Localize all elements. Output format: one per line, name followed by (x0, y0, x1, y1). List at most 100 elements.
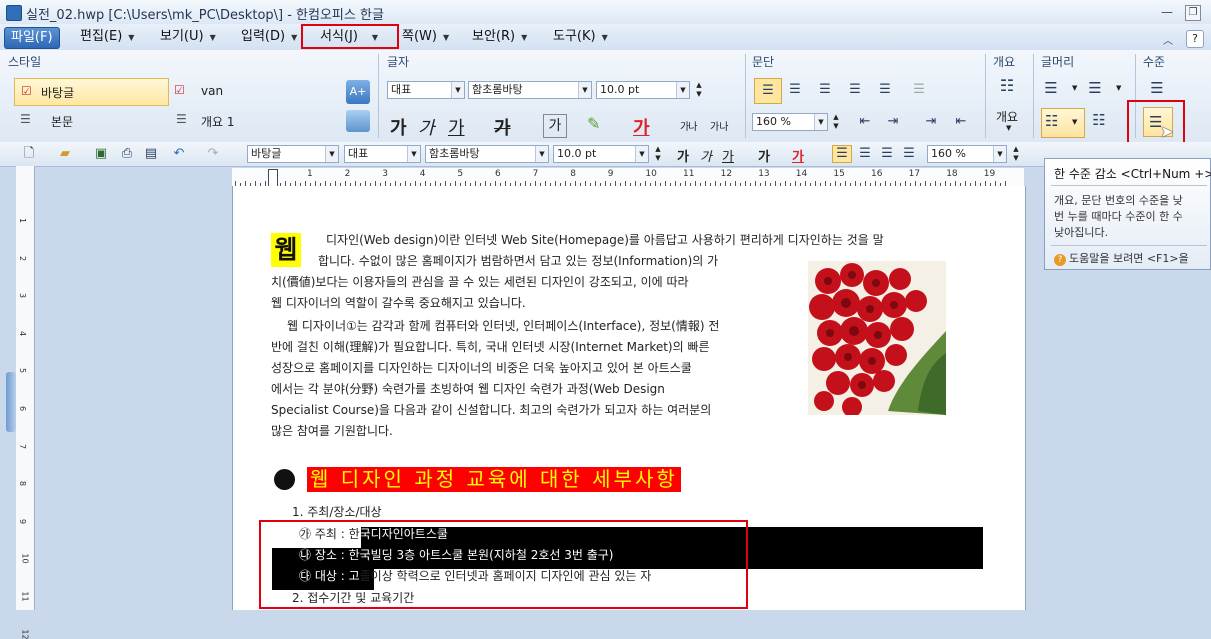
style-item-outline1[interactable]: 개요 1 (201, 113, 235, 130)
restore-button[interactable]: ❐ (1185, 5, 1201, 21)
vruler-mark-label: 3 (18, 293, 28, 299)
highlight-pen-icon[interactable]: ✎ (587, 114, 611, 136)
toolbar-size-value: 10.0 (557, 147, 582, 160)
font-combo[interactable]: 함초롬바탕 ▼ (468, 81, 592, 99)
chevron-down-icon[interactable]: ▼ (814, 114, 827, 130)
right-margin-icon[interactable]: ⇤ (952, 114, 970, 130)
style-item-van[interactable]: van (201, 84, 223, 98)
open-folder-icon[interactable]: ▰ (56, 146, 74, 162)
align-left-icon[interactable]: ☰ (786, 82, 804, 98)
new-document-icon[interactable]: 🗋 (20, 146, 38, 162)
language-combo[interactable]: 대표 ▼ (387, 81, 465, 99)
align-center-icon[interactable]: ☰ (816, 82, 834, 98)
minimize-button[interactable]: — (1160, 5, 1174, 19)
print-preview-icon[interactable]: ▤ (142, 146, 160, 162)
strikethrough-button[interactable]: 가 (494, 114, 511, 140)
horizontal-ruler[interactable]: 1 2 3 4 5 6 7 8 9 10 11 12 13 14 15 16 17 18 19 (232, 168, 1024, 187)
collapse-ribbon-icon[interactable]: ︿ (1163, 32, 1179, 47)
toolbar-line-spacing-spinner[interactable]: ▲ ▼ (1010, 145, 1022, 163)
numbered-list-alt-icon[interactable]: ☷ (1090, 112, 1108, 128)
toolbar-style-combo[interactable]: 바탕글 ▼ (247, 145, 339, 163)
toolbar-align-center-icon[interactable]: ☰ (878, 146, 896, 162)
roses-image[interactable] (808, 261, 946, 415)
bullet-list-icon[interactable]: ☰ (1042, 80, 1060, 96)
group-separator (745, 54, 746, 138)
toolbar-underline-button[interactable]: 가 (722, 146, 734, 165)
font-color-button[interactable]: 가 (633, 114, 650, 140)
chevron-down-icon[interactable]: ▼ (407, 146, 420, 162)
vruler-mark-label: 2 (18, 255, 28, 261)
menu-format[interactable]: 서식(J) ▼ (320, 28, 378, 46)
font-size-spinner[interactable]: ▲ ▼ (693, 81, 705, 99)
menu-file[interactable]: 파일(F) (4, 27, 60, 49)
menu-security[interactable]: 보안(R) ▼ (472, 28, 527, 46)
narrow-spacing-button[interactable]: 가나 (680, 118, 697, 133)
menu-edit[interactable]: 편집(E) ▼ (80, 28, 134, 46)
chevron-down-icon[interactable]: ▼ (635, 146, 648, 162)
ruler-mark-label: 9 (607, 169, 614, 179)
save-icon[interactable]: ▣ (92, 146, 110, 162)
align-justify-icon[interactable]: ☰ (754, 78, 782, 104)
redo-icon[interactable]: ↷ (204, 146, 222, 162)
chevron-down-icon[interactable]: ▼ (1116, 84, 1121, 92)
toolbar-strike-button[interactable]: 가 (758, 146, 770, 165)
line-spacing-spinner[interactable]: ▲ ▼ (830, 113, 842, 131)
style-edit-icon[interactable] (346, 110, 370, 132)
chevron-down-icon[interactable]: ▼ (1006, 124, 1011, 132)
align-divide-icon[interactable]: ☰ (910, 82, 928, 98)
style-add-icon[interactable]: A+ (346, 80, 370, 104)
chevron-down-icon[interactable]: ▼ (993, 146, 1006, 162)
line-spacing-combo[interactable]: 160 % ▼ (752, 113, 828, 131)
indent-increase-icon[interactable]: ⇥ (884, 114, 902, 130)
toolbar-align-justify-icon[interactable]: ☰ (832, 145, 852, 163)
toolbar-size-combo[interactable]: 10.0 pt ▼ (553, 145, 649, 163)
ruler-mark-label: 6 (495, 169, 501, 179)
tooltip-help: ? 도움말을 보려면 <F1>을 (1054, 250, 1189, 266)
style-item-body[interactable]: 본문 (51, 113, 73, 130)
wide-spacing-button[interactable]: 가나 (710, 118, 728, 133)
toolbar-align-left-icon[interactable]: ☰ (856, 146, 874, 162)
help-button[interactable]: ? (1186, 30, 1204, 48)
italic-button[interactable]: 가 (418, 114, 435, 140)
undo-icon[interactable]: ↶ (170, 146, 188, 162)
align-right-icon[interactable]: ☰ (846, 82, 864, 98)
left-margin-icon[interactable]: ⇥ (922, 114, 940, 130)
bullet-list-alt-icon[interactable]: ☰ (1086, 80, 1104, 96)
toolbar-font-combo[interactable]: 함초롬바탕 ▼ (425, 145, 549, 163)
outline-icon[interactable]: ☷ (998, 78, 1016, 94)
side-panel-toggle[interactable] (6, 372, 16, 432)
menu-view[interactable]: 보기(U) ▼ (160, 28, 216, 46)
numbered-list-button[interactable]: ☷ ▼ (1041, 108, 1085, 138)
chevron-down-icon[interactable]: ▼ (578, 82, 591, 98)
chevron-down-icon[interactable]: ▼ (535, 146, 548, 162)
outline-button-label[interactable]: 개요 (996, 108, 1018, 125)
print-icon[interactable]: ⎙ (118, 146, 136, 162)
bold-button[interactable]: 가 (390, 114, 407, 140)
align-distribute-icon[interactable]: ☰ (876, 82, 894, 98)
indent-decrease-icon[interactable]: ⇤ (856, 114, 874, 130)
toolbar-italic-button[interactable]: 가 (700, 146, 712, 165)
chevron-down-icon[interactable]: ▼ (1072, 84, 1077, 92)
para2-line2: 반에 걸친 이해(理解)가 필요합니다. 특히, 국내 인터넷 시장(Inter… (271, 340, 710, 354)
title-bar: 실전_02.hwp [C:\Users\mk_PC\Desktop\] - 한컴… (0, 0, 1211, 25)
char-border-button[interactable]: 가 (543, 114, 567, 138)
menu-page[interactable]: 쪽(W) ▼ (402, 28, 449, 46)
indent-marker[interactable] (268, 169, 278, 187)
toolbar-language-combo[interactable]: 대표 ▼ (344, 145, 421, 163)
toolbar-line-spacing-combo[interactable]: 160 % ▼ (927, 145, 1007, 163)
ruler-mark-label: 11 (683, 169, 695, 179)
toolbar-align-right-icon[interactable]: ☰ (900, 146, 918, 162)
menu-insert[interactable]: 입력(D) ▼ (241, 28, 297, 46)
toolbar-size-spinner[interactable]: ▲ ▼ (652, 145, 664, 163)
chevron-down-icon[interactable]: ▼ (325, 146, 338, 162)
hwp-app-icon[interactable] (6, 5, 22, 21)
style-item-batanggeul[interactable]: ☑ 바탕글 (14, 78, 169, 106)
level-increase-icon[interactable]: ☰ (1148, 80, 1166, 96)
underline-button[interactable]: 가 (448, 114, 465, 140)
toolbar-bold-button[interactable]: 가 (677, 146, 689, 165)
menu-tools[interactable]: 도구(K) ▼ (553, 28, 608, 46)
chevron-down-icon[interactable]: ▼ (676, 82, 689, 98)
chevron-down-icon[interactable]: ▼ (451, 82, 464, 98)
font-size-combo[interactable]: 10.0 pt ▼ (596, 81, 690, 99)
toolbar-color-button[interactable]: 가 (792, 146, 804, 165)
